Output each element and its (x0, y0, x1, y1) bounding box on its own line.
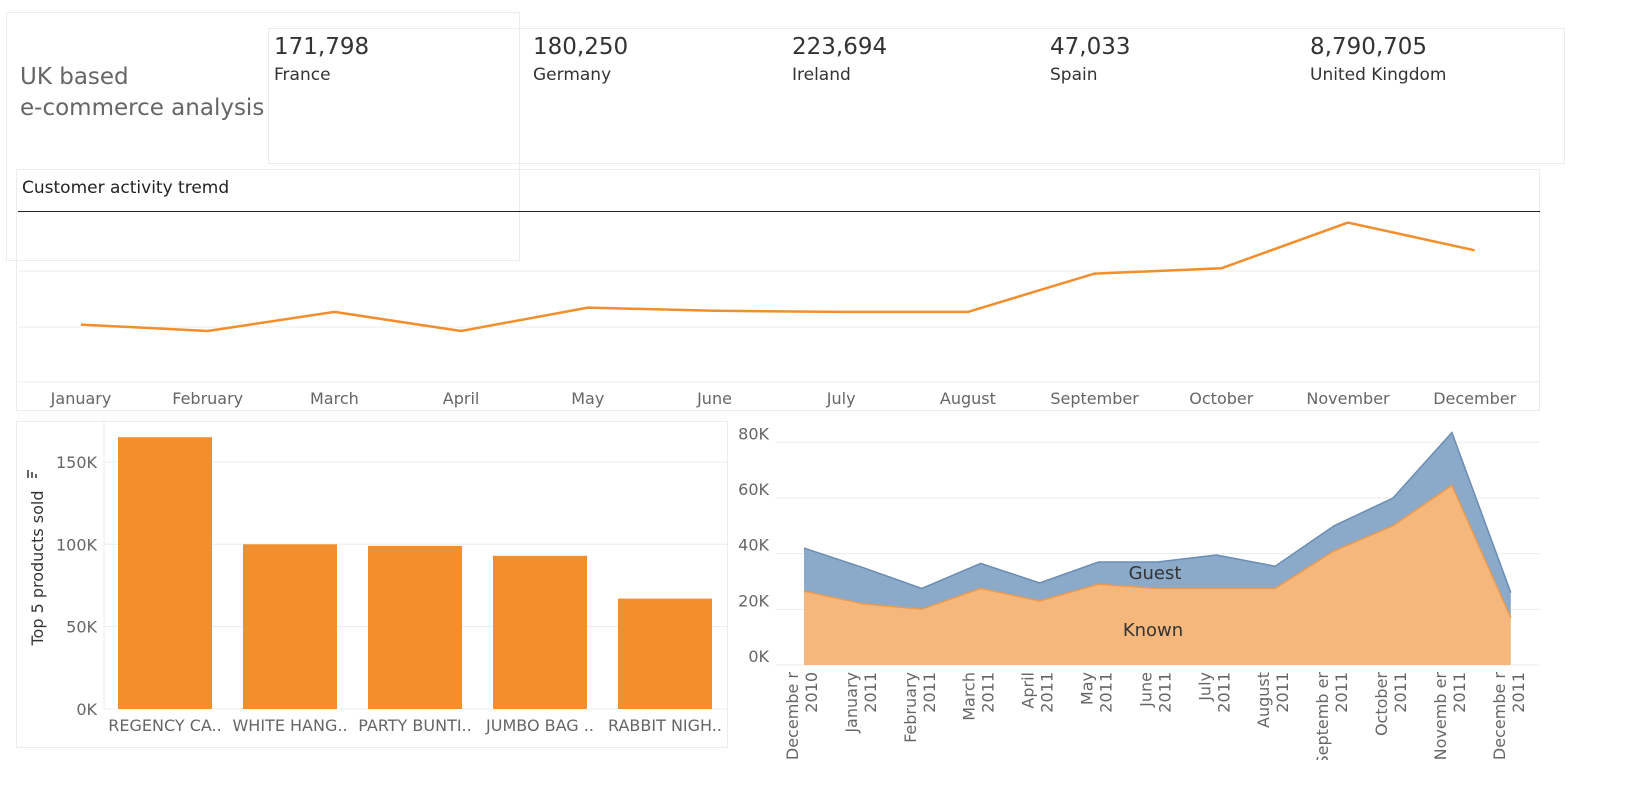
kpi-germany: 180,250 Germany (533, 34, 773, 87)
x-tick-label-line: 2010 (802, 672, 821, 713)
kpi-label: France (274, 65, 331, 85)
kpi-ireland: 223,694 Ireland (792, 34, 1032, 87)
kpi-label: Ireland (792, 65, 851, 85)
x-tick-label: September (1050, 389, 1139, 408)
x-tick-label: February2011 (901, 672, 939, 743)
x-tick-label-line: Decembe r (783, 672, 802, 760)
x-tick-label: Septemb er2011 (1313, 672, 1351, 760)
x-tick-label-line: 2011 (1509, 672, 1528, 713)
y-tick-label: 0K (76, 700, 97, 719)
kpi-value: 171,798 (274, 34, 370, 60)
x-tick-label-line: 2011 (1214, 672, 1233, 713)
series-label-known: Known (1123, 620, 1183, 641)
bar (618, 598, 712, 709)
x-tick-label-line: 2011 (1038, 672, 1057, 713)
bar (368, 545, 462, 709)
y-tick-label: 100K (56, 535, 98, 554)
kpi-label: United Kingdom (1310, 65, 1447, 85)
kpi-france: 171,798 France (274, 34, 514, 87)
x-tick-label-line: Novemb er (1431, 672, 1450, 760)
kpi-value: 47,033 (1050, 34, 1131, 60)
x-tick-label: REGENCY CA.. (108, 716, 221, 735)
x-tick-label: March2011 (960, 672, 998, 721)
x-tick-label-line: August (1254, 672, 1273, 728)
x-tick-label-line: 2011 (1391, 672, 1410, 713)
x-tick-label: RABBIT NIGH.. (608, 716, 722, 735)
x-tick-label-line: 2011 (1273, 672, 1292, 713)
kpi-label: Spain (1050, 65, 1098, 85)
y-tick-label: 20K (738, 591, 769, 610)
x-tick-label: October (1189, 389, 1253, 408)
x-tick-label: Decembe r2010 (783, 672, 821, 760)
x-tick-label-line: July (1195, 672, 1214, 702)
y-tick-label: 60K (738, 480, 769, 499)
x-tick-label-line: Decembe r (1490, 672, 1509, 760)
x-tick-label: PARTY BUNTI.. (358, 716, 471, 735)
kpi-label: Germany (533, 65, 612, 85)
x-tick-label: JUMBO BAG .. (485, 716, 594, 735)
x-tick-label-line: October (1372, 672, 1391, 736)
bar (118, 437, 212, 709)
x-tick-label: January (50, 389, 112, 408)
x-tick-label: Novemb er2011 (1431, 672, 1469, 760)
y-axis-label: Top 5 products sold (28, 490, 47, 646)
dashboard-title-line2: e-commerce analysis (20, 95, 265, 121)
x-tick-label: August (940, 389, 996, 408)
x-tick-label: July (826, 389, 856, 408)
x-tick-label-line: June (1136, 672, 1155, 708)
x-tick-label: April2011 (1019, 672, 1057, 713)
kpi-united-kingdom: 8,790,705 United Kingdom (1310, 34, 1550, 87)
x-tick-label: May2011 (1078, 672, 1116, 713)
bar (243, 544, 337, 709)
x-tick-label-line: 2011 (1097, 672, 1116, 713)
trend-series-line (80, 221, 1475, 333)
trend-chart-title: Customer activity tremd (22, 178, 230, 198)
kpi-value: 180,250 (533, 34, 629, 60)
x-tick-label: July2011 (1195, 672, 1233, 713)
x-tick-label-line: 2011 (1155, 672, 1174, 713)
dashboard-title: UK based e-commerce analysis (20, 62, 280, 124)
x-tick-label-line: February (901, 672, 920, 743)
y-tick-label: 40K (738, 536, 769, 555)
x-tick-label-line: Septemb er (1313, 672, 1332, 760)
x-tick-label-line: 2011 (920, 672, 939, 713)
x-tick-label: January2011 (842, 672, 880, 734)
x-tick-label: June2011 (1136, 672, 1174, 713)
x-tick-label-line: January (842, 672, 861, 734)
bar (493, 555, 587, 709)
y-tick-label: 150K (56, 453, 98, 472)
x-tick-label-line: 2011 (861, 672, 880, 713)
top-products-bar-chart: 0K 50K 100K 150K Top 5 products sold REGENCY … (27, 420, 728, 735)
y-tick-label: 0K (748, 647, 769, 666)
kpi-value: 223,694 (792, 34, 888, 60)
y-tick-label: 80K (738, 424, 769, 443)
dashboard-title-line1: UK based (20, 64, 129, 90)
x-tick-label: May (571, 389, 604, 408)
x-tick-label: February (172, 389, 243, 408)
y-tick-label: 50K (66, 618, 97, 637)
x-tick-label-line: April (1019, 672, 1038, 709)
series-label-guest: Guest (1129, 563, 1182, 584)
x-tick-label: June (696, 389, 732, 408)
kpi-spain: 47,033 Spain (1050, 34, 1290, 87)
sort-icon (27, 470, 37, 478)
x-tick-label: December (1433, 389, 1516, 408)
customer-type-area-chart: 0K20K40K60K80KGuestKnownDecembe r2010 Jan… (738, 424, 1540, 760)
x-tick-label-line: 2011 (1450, 672, 1469, 713)
x-tick-label: April (443, 389, 480, 408)
x-tick-label-line: 2011 (1332, 672, 1351, 713)
x-tick-label: March (310, 389, 359, 408)
x-tick-label-line: May (1078, 672, 1097, 705)
x-tick-label: November (1306, 389, 1390, 408)
x-tick-label-line: March (960, 672, 979, 721)
kpi-value: 8,790,705 (1310, 34, 1428, 60)
x-tick-label: August2011 (1254, 672, 1292, 728)
x-tick-label: Decembe r2011 (1490, 672, 1528, 760)
x-tick-label: WHITE HANG.. (232, 716, 347, 735)
trend-line-chart: January February March April May June July Augu… (18, 221, 1540, 408)
x-tick-label-line: 2011 (979, 672, 998, 713)
x-tick-label: October2011 (1372, 672, 1410, 736)
